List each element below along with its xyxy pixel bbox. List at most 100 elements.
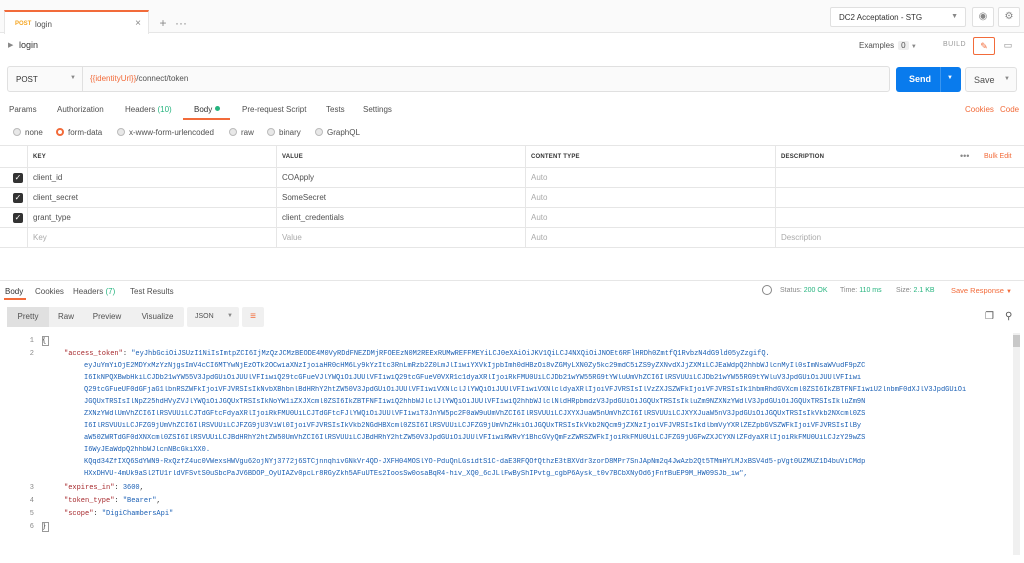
time-label: Time: — [840, 287, 858, 294]
radio-urlencoded[interactable]: x-www-form-urlencoded — [117, 128, 214, 137]
save-button[interactable]: Save ▼ — [965, 67, 1017, 92]
radio-raw[interactable]: raw — [229, 128, 254, 137]
radio-form-data[interactable]: form-data — [56, 128, 102, 137]
chevron-down-icon[interactable]: ▼ — [1004, 76, 1010, 82]
close-tab-icon[interactable]: × — [135, 18, 141, 29]
url-input[interactable]: {{identityUrl}}/connect/token — [90, 74, 188, 83]
access-token-key: "access_token": "eyJhbGciOiJSUzI1NiIsImt… — [64, 350, 770, 358]
visualize-button[interactable]: Visualize — [131, 307, 184, 327]
globe-icon[interactable] — [762, 285, 772, 295]
time-readout: Time: 110 ms — [840, 287, 882, 294]
radio-graphql[interactable]: GraphQL — [315, 128, 360, 137]
value-cell[interactable]: client_credentials — [276, 208, 525, 227]
size-label: Size: — [896, 287, 912, 294]
tab-body[interactable]: Body — [194, 105, 221, 114]
preview-button[interactable]: Preview — [83, 307, 131, 327]
environment-label: DC2 Acceptation - STG — [839, 13, 923, 22]
resp-tab-cookies[interactable]: Cookies — [35, 287, 64, 296]
key-cell[interactable]: client_secret — [27, 188, 276, 207]
more-tabs-icon[interactable]: ··· — [172, 14, 190, 32]
checkbox-checked-icon[interactable]: ✓ — [13, 193, 23, 203]
tab-tests[interactable]: Tests — [326, 105, 345, 114]
tab-bar: POST login × + ··· DC2 Acceptation - STG… — [0, 0, 1024, 34]
key-cell[interactable]: grant_type — [27, 208, 276, 227]
chevron-down-icon: ▼ — [70, 75, 76, 81]
size-value: 2.1 KB — [913, 287, 935, 294]
vertical-scrollbar[interactable] — [1013, 333, 1020, 555]
url-variable: {{identityUrl}} — [90, 74, 137, 83]
resp-tab-body[interactable]: Body — [5, 287, 23, 296]
copy-icon[interactable]: ❐ — [985, 311, 994, 322]
table-row: ✓ client_id COApply Auto — [0, 168, 1024, 188]
cookies-link[interactable]: Cookies — [965, 105, 994, 114]
send-button[interactable]: Send ▼ — [896, 67, 961, 92]
description-cell[interactable] — [775, 188, 1024, 207]
more-options-icon[interactable]: ••• — [960, 146, 969, 166]
content-type-cell[interactable]: Auto — [525, 188, 775, 207]
checkbox-checked-icon[interactable]: ✓ — [13, 213, 23, 223]
token-line: I6IlRSVUUiLCJFZG9jUmVhZCI6IlRSVUUiLCJFZG… — [84, 422, 862, 430]
content-type-cell[interactable]: Auto — [525, 168, 775, 187]
radio-circle-icon — [13, 128, 21, 136]
body-type-radios: none form-data x-www-form-urlencoded raw… — [0, 124, 1024, 142]
value-cell[interactable]: COApply — [276, 168, 525, 187]
tab-method: POST — [15, 21, 32, 27]
resp-tab-headers[interactable]: Headers (7) — [73, 287, 115, 296]
json-key: "scope" — [64, 510, 94, 518]
chevron-down-icon[interactable]: ▼ — [947, 75, 953, 81]
response-view-bar: Pretty Raw Preview Visualize JSON ▼ ≡ — [5, 307, 1024, 327]
value-cell[interactable]: SomeSecret — [276, 188, 525, 207]
chevron-right-icon[interactable]: ▶ — [8, 41, 13, 49]
tab-headers[interactable]: Headers (10) — [125, 105, 172, 114]
content-type-cell[interactable]: Auto — [525, 208, 775, 227]
content-type-input[interactable]: Auto — [525, 228, 775, 247]
tab-prerequest[interactable]: Pre-request Script — [242, 105, 306, 114]
value-input[interactable]: Value — [276, 228, 525, 247]
description-cell[interactable] — [775, 168, 1024, 187]
request-tab[interactable]: POST login × — [4, 10, 149, 34]
description-input[interactable]: Description — [775, 228, 1024, 247]
tab-params[interactable]: Params — [9, 105, 37, 114]
format-select[interactable]: JSON ▼ — [187, 307, 239, 327]
checkbox-checked-icon[interactable]: ✓ — [13, 173, 23, 183]
line-number: 4 — [29, 497, 34, 505]
radio-circle-icon — [267, 128, 275, 136]
search-icon[interactable]: ⚲ — [1005, 311, 1012, 322]
token-line: HXxDHVU-4mUk9aSl2TU1rldVFSvtS0uSbcPaJV6B… — [84, 470, 748, 478]
raw-button[interactable]: Raw — [49, 307, 83, 327]
chevron-down-icon: ▼ — [227, 313, 233, 319]
comment-icon[interactable]: ▭ — [998, 37, 1018, 55]
pretty-button[interactable]: Pretty — [7, 307, 49, 327]
save-response-button[interactable]: Save Response ▼ — [951, 286, 1012, 295]
edit-pencil-icon[interactable]: ✎ — [973, 37, 995, 55]
response-body-editor[interactable]: 1 { 2 "access_token": "eyJhbGciOiJSUzI1N… — [0, 333, 1024, 563]
response-tabs: Body Cookies Headers (7) Test Results St… — [0, 280, 1024, 300]
scrollbar-thumb[interactable] — [1013, 335, 1020, 347]
json-number: 3600 — [122, 484, 140, 492]
examples-dropdown[interactable]: Examples 0 ▼ — [859, 41, 917, 50]
key-input[interactable]: Key — [27, 228, 276, 247]
json-key: "expires_in" — [64, 484, 115, 492]
environment-selector[interactable]: DC2 Acceptation - STG ▼ — [830, 7, 966, 27]
bulk-edit-link[interactable]: Bulk Edit — [984, 146, 1012, 168]
gear-icon[interactable]: ⚙ — [998, 7, 1020, 27]
tab-settings[interactable]: Settings — [363, 105, 392, 114]
radio-none[interactable]: none — [13, 128, 43, 137]
line-number: 3 — [29, 484, 34, 492]
request-title: login — [19, 40, 39, 50]
active-tab-indicator — [183, 118, 230, 120]
tab-headers-count: (10) — [157, 105, 172, 114]
key-cell[interactable]: client_id — [27, 168, 276, 187]
method-select[interactable]: POST ▼ — [8, 67, 83, 91]
radio-circle-icon — [229, 128, 237, 136]
resp-tab-tests[interactable]: Test Results — [130, 287, 174, 296]
wrap-lines-icon[interactable]: ≡ — [242, 307, 264, 327]
tab-authorization[interactable]: Authorization — [57, 105, 104, 114]
column-header-content-type: CONTENT TYPE — [525, 146, 775, 167]
new-tab-plus-icon[interactable]: + — [154, 14, 172, 32]
code-link[interactable]: Code — [1000, 105, 1019, 114]
build-label[interactable]: BUILD — [943, 41, 966, 48]
description-cell[interactable] — [775, 208, 1024, 227]
eye-icon[interactable]: ◉ — [972, 7, 994, 27]
radio-binary[interactable]: binary — [267, 128, 301, 137]
